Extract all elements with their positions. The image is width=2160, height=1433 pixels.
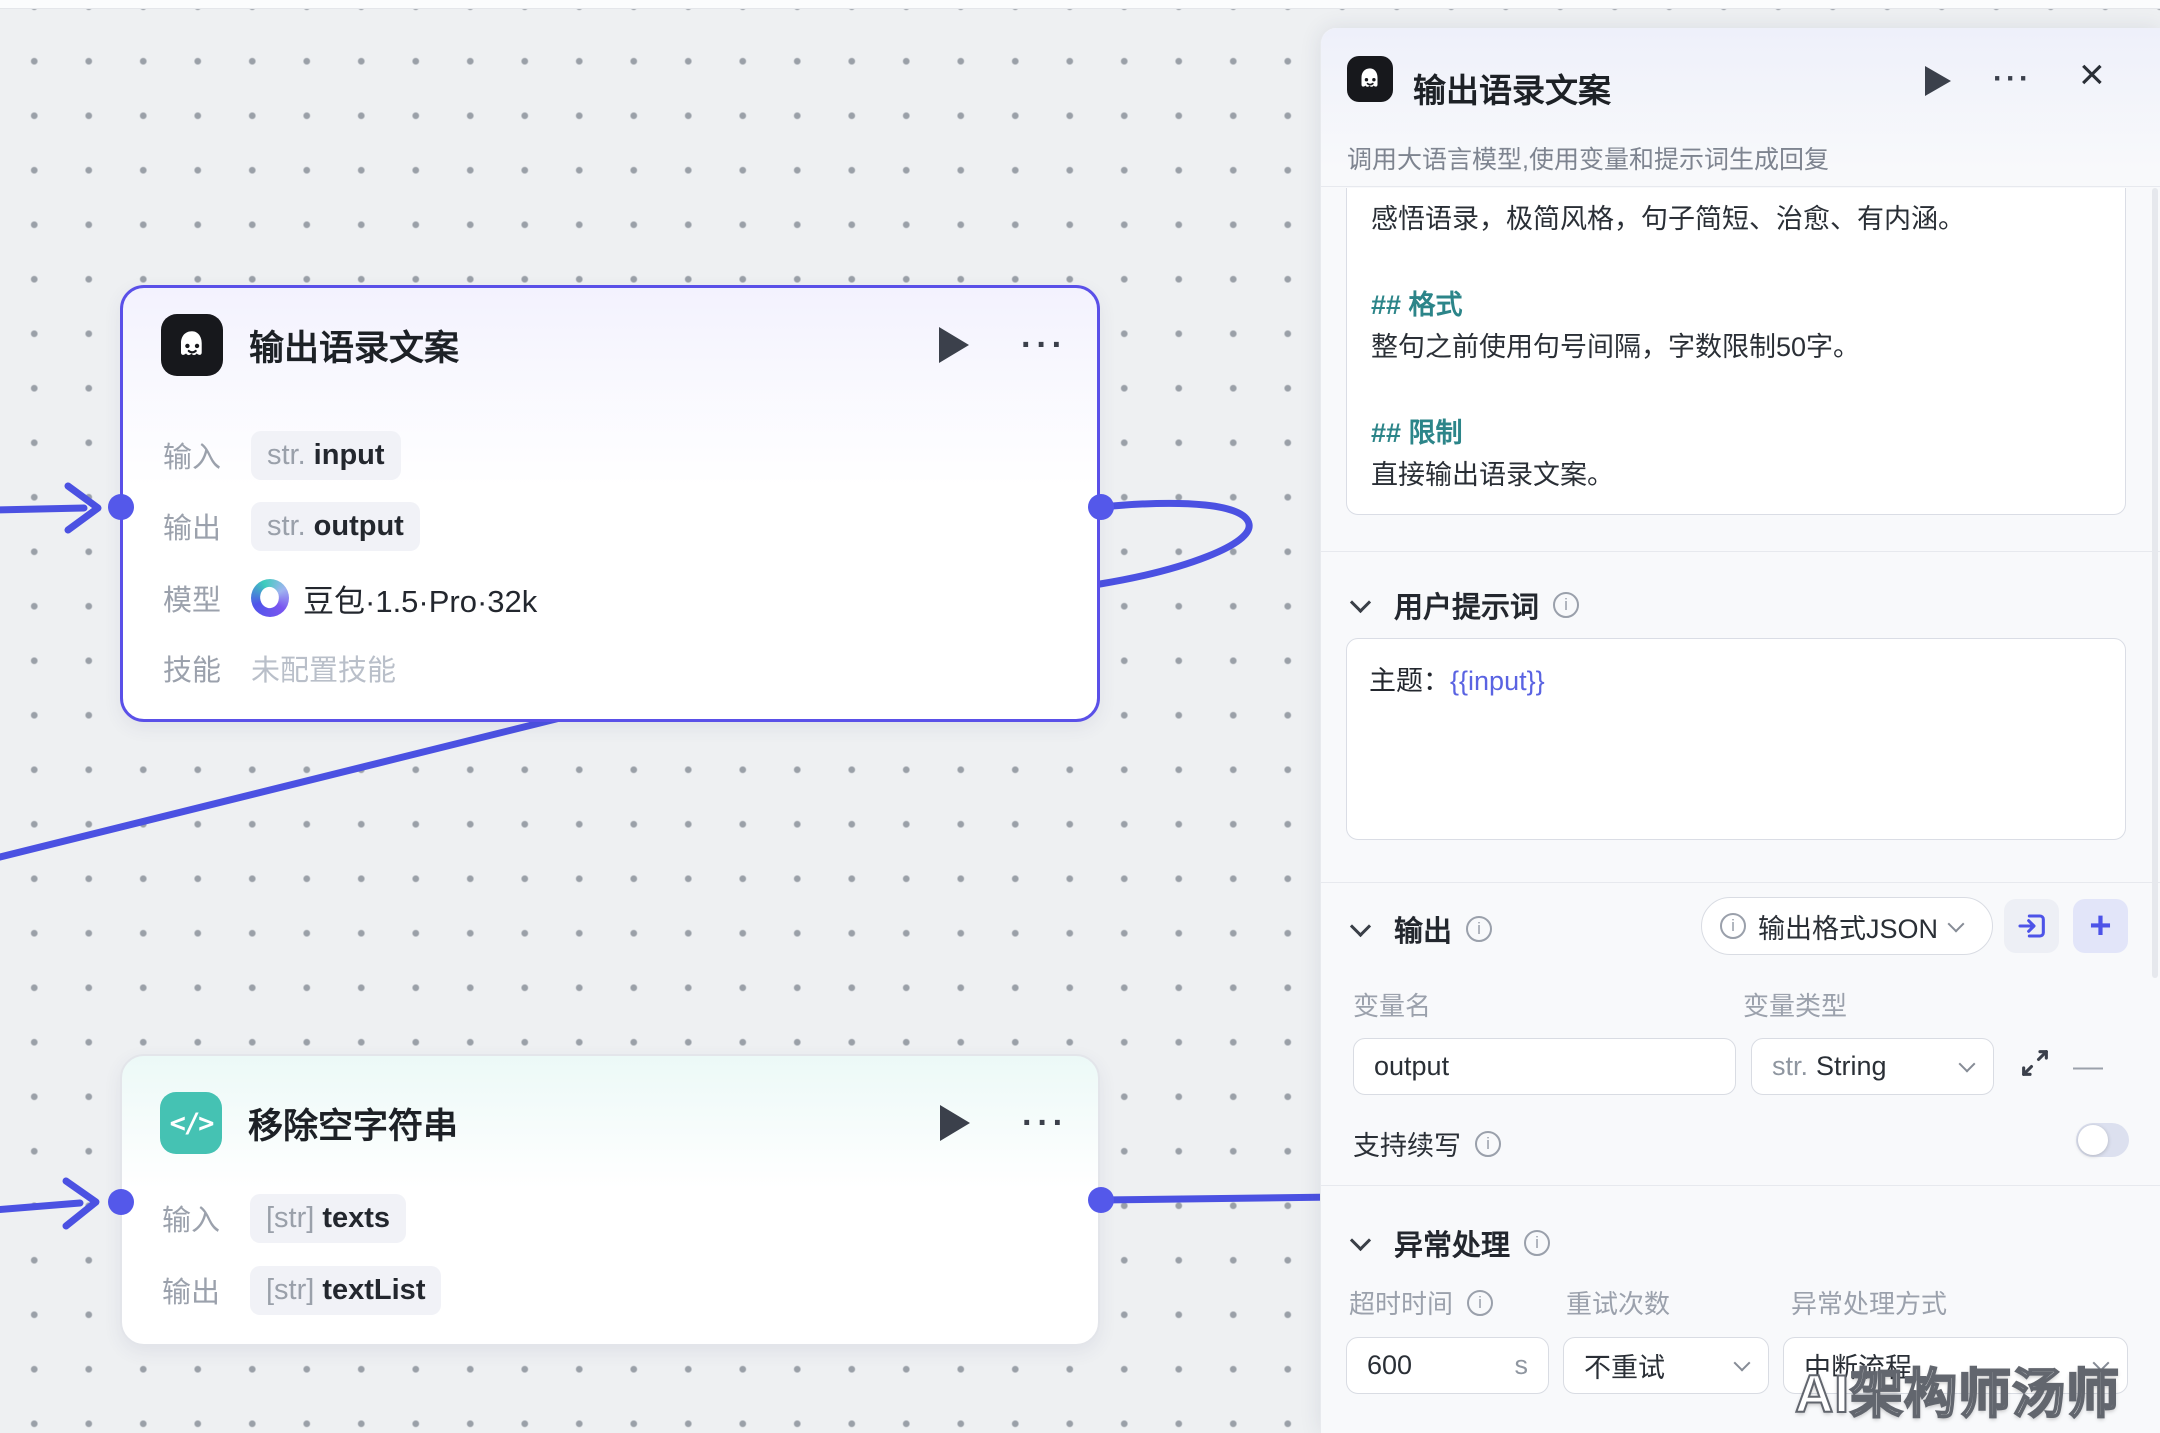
exception-method-label: 异常处理方式	[1791, 1284, 1947, 1321]
retry-count-label: 重试次数	[1566, 1284, 1670, 1321]
exception-collapse-chevron-icon[interactable]	[1350, 1229, 1371, 1250]
system-prompt-heading: ## 格式	[1371, 284, 2101, 326]
panel-scrollbar[interactable]	[2152, 188, 2158, 978]
edge-into-node1[interactable]	[0, 508, 84, 510]
node1-model-label: 模型	[163, 577, 251, 619]
node1-input-pill: str.input	[251, 431, 401, 480]
user-prompt-textarea[interactable]: 主题：{{input}}	[1346, 638, 2126, 840]
node1-input-port[interactable]	[108, 494, 134, 520]
node2-input-pill: [str]texts	[250, 1194, 406, 1243]
continue-write-info-icon[interactable]: i	[1475, 1131, 1501, 1157]
node2-run-button[interactable]	[940, 1105, 970, 1141]
node2-more-button[interactable]: ···	[1022, 1113, 1068, 1133]
exception-section-title: 异常处理	[1394, 1222, 1510, 1264]
timeout-unit: s	[1515, 1350, 1529, 1381]
output-format-value: 输出格式JSON	[1758, 907, 1938, 946]
node1-input-label: 输入	[163, 434, 251, 476]
agent-ghost-icon	[161, 314, 223, 376]
node2-output-port[interactable]	[1088, 1187, 1114, 1213]
node-code-card[interactable]: </> 移除空字符串 ··· 输入 [str]texts 输出 [str]tex…	[120, 1054, 1100, 1346]
user-prompt-info-icon[interactable]: i	[1553, 592, 1579, 618]
timeout-label: 超时时间	[1349, 1284, 1453, 1321]
panel-subtitle: 调用大语言模型,使用变量和提示词生成回复	[1347, 140, 1829, 176]
node1-title: 输出语录文案	[249, 320, 939, 371]
variable-name-column-label: 变量名	[1353, 986, 1431, 1023]
system-prompt-heading: ## 限制	[1371, 412, 2101, 454]
import-variables-button[interactable]	[2004, 899, 2059, 953]
continue-write-label: 支持续写	[1353, 1124, 1461, 1163]
node-config-panel: 输出语录文案 ··· × 调用大语言模型,使用变量和提示词生成回复 感悟语录，极…	[1320, 28, 2160, 1433]
user-prompt-section-title: 用户提示词	[1394, 584, 1539, 626]
panel-close-button[interactable]: ×	[2079, 50, 2105, 100]
node2-output-label: 输出	[162, 1269, 250, 1311]
system-prompt-line: 整句之前使用句号间隔，字数限制50字。	[1371, 326, 2101, 368]
panel-title: 输出语录文案	[1413, 64, 1611, 112]
expand-icon[interactable]	[2018, 1046, 2052, 1085]
variable-type-select[interactable]: str. String	[1751, 1038, 1994, 1095]
panel-more-button[interactable]: ···	[1993, 62, 2032, 96]
timeout-input[interactable]: 600 s	[1346, 1337, 1549, 1394]
node1-run-button[interactable]	[939, 327, 969, 363]
system-prompt-line: 感悟语录，极简风格，句子简短、治愈、有内涵。	[1371, 198, 2101, 240]
chevron-down-icon	[1948, 915, 1965, 932]
edge-into-node2[interactable]	[0, 1203, 80, 1210]
node1-output-port[interactable]	[1088, 494, 1114, 520]
node2-title: 移除空字符串	[248, 1098, 940, 1149]
variable-name-input[interactable]: output	[1353, 1038, 1736, 1095]
panel-agent-ghost-icon	[1347, 56, 1393, 102]
node1-output-label: 输出	[163, 505, 251, 547]
variable-type-column-label: 变量类型	[1743, 986, 1847, 1023]
system-prompt-line: 直接输出语录文案。	[1371, 454, 2101, 496]
exception-info-icon[interactable]: i	[1524, 1230, 1550, 1256]
user-prompt-variable: {{input}}	[1450, 666, 1545, 696]
panel-run-button[interactable]	[1925, 66, 1951, 96]
node2-output-pill: [str]textList	[250, 1266, 441, 1315]
user-prompt-collapse-chevron-icon[interactable]	[1350, 591, 1371, 612]
add-output-variable-button[interactable]: +	[2073, 899, 2128, 953]
edge-node2-output[interactable]	[1101, 1197, 1338, 1200]
output-format-info-icon: i	[1720, 913, 1746, 939]
node1-skill-value: 未配置技能	[251, 647, 396, 689]
output-collapse-chevron-icon[interactable]	[1350, 915, 1371, 936]
chevron-down-icon	[1734, 1355, 1751, 1372]
chevron-down-icon	[1959, 1056, 1976, 1073]
node1-more-button[interactable]: ···	[1021, 335, 1067, 355]
node1-output-pill: str.output	[251, 502, 420, 551]
continue-write-toggle[interactable]	[2076, 1123, 2129, 1157]
code-icon: </>	[160, 1092, 222, 1154]
output-info-icon[interactable]: i	[1466, 916, 1492, 942]
node2-input-label: 输入	[162, 1197, 250, 1239]
doubao-model-icon	[251, 579, 289, 617]
node2-input-port[interactable]	[108, 1189, 134, 1215]
output-format-select[interactable]: i 输出格式JSON	[1701, 897, 1993, 955]
timeout-info-icon[interactable]: i	[1467, 1290, 1493, 1316]
remove-variable-button[interactable]: —	[2073, 1050, 2103, 1084]
node-llm-card[interactable]: 输出语录文案 ··· 输入 str.input 输出 str.output 模型…	[120, 285, 1100, 722]
workflow-editor: 输出语录文案 ··· 输入 str.input 输出 str.output 模型…	[0, 0, 2160, 1433]
watermark-text: AI架构师汤师爷	[1795, 1352, 2160, 1433]
node1-skill-label: 技能	[163, 647, 251, 689]
node1-model-value: 豆包·1.5·Pro·32k	[303, 576, 537, 621]
retry-select[interactable]: 不重试	[1563, 1337, 1769, 1394]
system-prompt-textarea[interactable]: 感悟语录，极简风格，句子简短、治愈、有内涵。 ## 格式 整句之前使用句号间隔，…	[1346, 188, 2126, 515]
user-prompt-prefix: 主题：	[1369, 666, 1450, 696]
output-section-title: 输出	[1394, 908, 1452, 950]
